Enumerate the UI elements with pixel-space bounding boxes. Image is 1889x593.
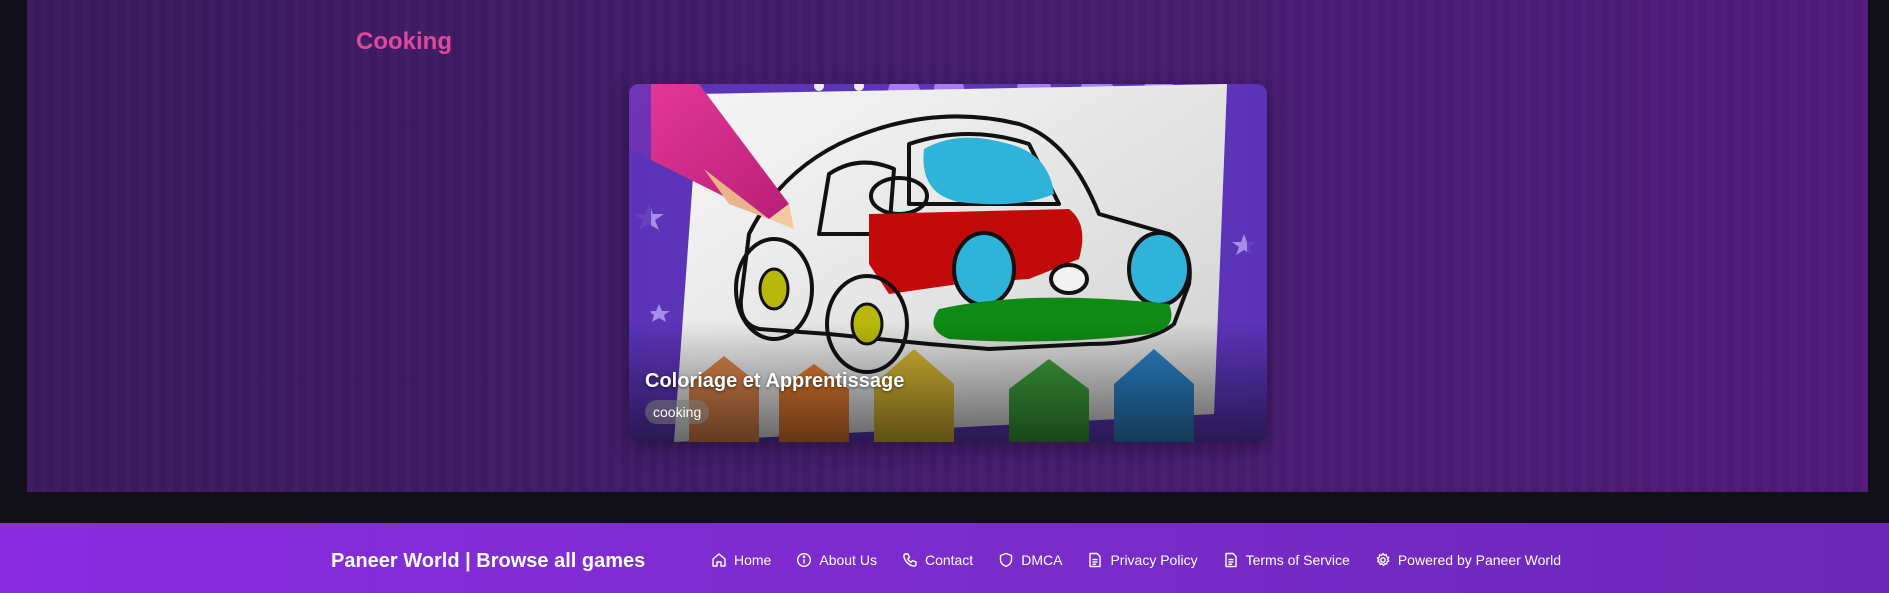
section-title: Cooking: [356, 28, 452, 55]
footer-link-home[interactable]: Home: [711, 552, 771, 568]
game-tag-badge: cooking: [645, 400, 710, 424]
footer-link-label: Home: [734, 552, 772, 568]
document-icon: [1089, 552, 1102, 568]
footer-link-privacy[interactable]: Privacy Policy: [1087, 552, 1198, 568]
phone-icon: [903, 553, 917, 567]
footer: Paneer World | Browse all games Home Abo…: [0, 523, 1889, 593]
gear-icon: [1376, 552, 1390, 567]
games-section: Cooking Coloriage et Apprentissage cooki…: [27, 0, 1868, 492]
page: Cooking Coloriage et Apprentissage cooki…: [0, 0, 1889, 593]
footer-link-powered-by[interactable]: Powered by Paneer World: [1375, 552, 1561, 568]
home-icon: [712, 553, 726, 567]
footer-brand[interactable]: Paneer World | Browse all games: [331, 550, 645, 573]
footer-link-label: Privacy Policy: [1110, 552, 1198, 568]
game-title[interactable]: Coloriage et Apprentissage: [645, 370, 904, 393]
footer-link-label: Contact: [924, 552, 974, 568]
footer-link-label: DMCA: [1021, 552, 1063, 568]
footer-nav: Home About Us Contact DMCA Privacy Polic…: [711, 552, 1586, 568]
footer-link-dmca[interactable]: DMCA: [998, 552, 1062, 568]
footer-link-about[interactable]: About Us: [796, 552, 877, 568]
footer-link-label: Terms of Service: [1245, 552, 1350, 568]
shield-icon: [1000, 552, 1013, 568]
info-icon: [797, 552, 812, 568]
footer-link-contact[interactable]: Contact: [902, 552, 973, 568]
footer-link-label: Powered by Paneer World: [1397, 552, 1561, 568]
document-icon: [1224, 552, 1237, 568]
game-card[interactable]: Coloriage et Apprentissage cooking: [629, 84, 1267, 442]
footer-link-terms[interactable]: Terms of Service: [1223, 552, 1350, 568]
footer-link-label: About Us: [819, 552, 877, 568]
